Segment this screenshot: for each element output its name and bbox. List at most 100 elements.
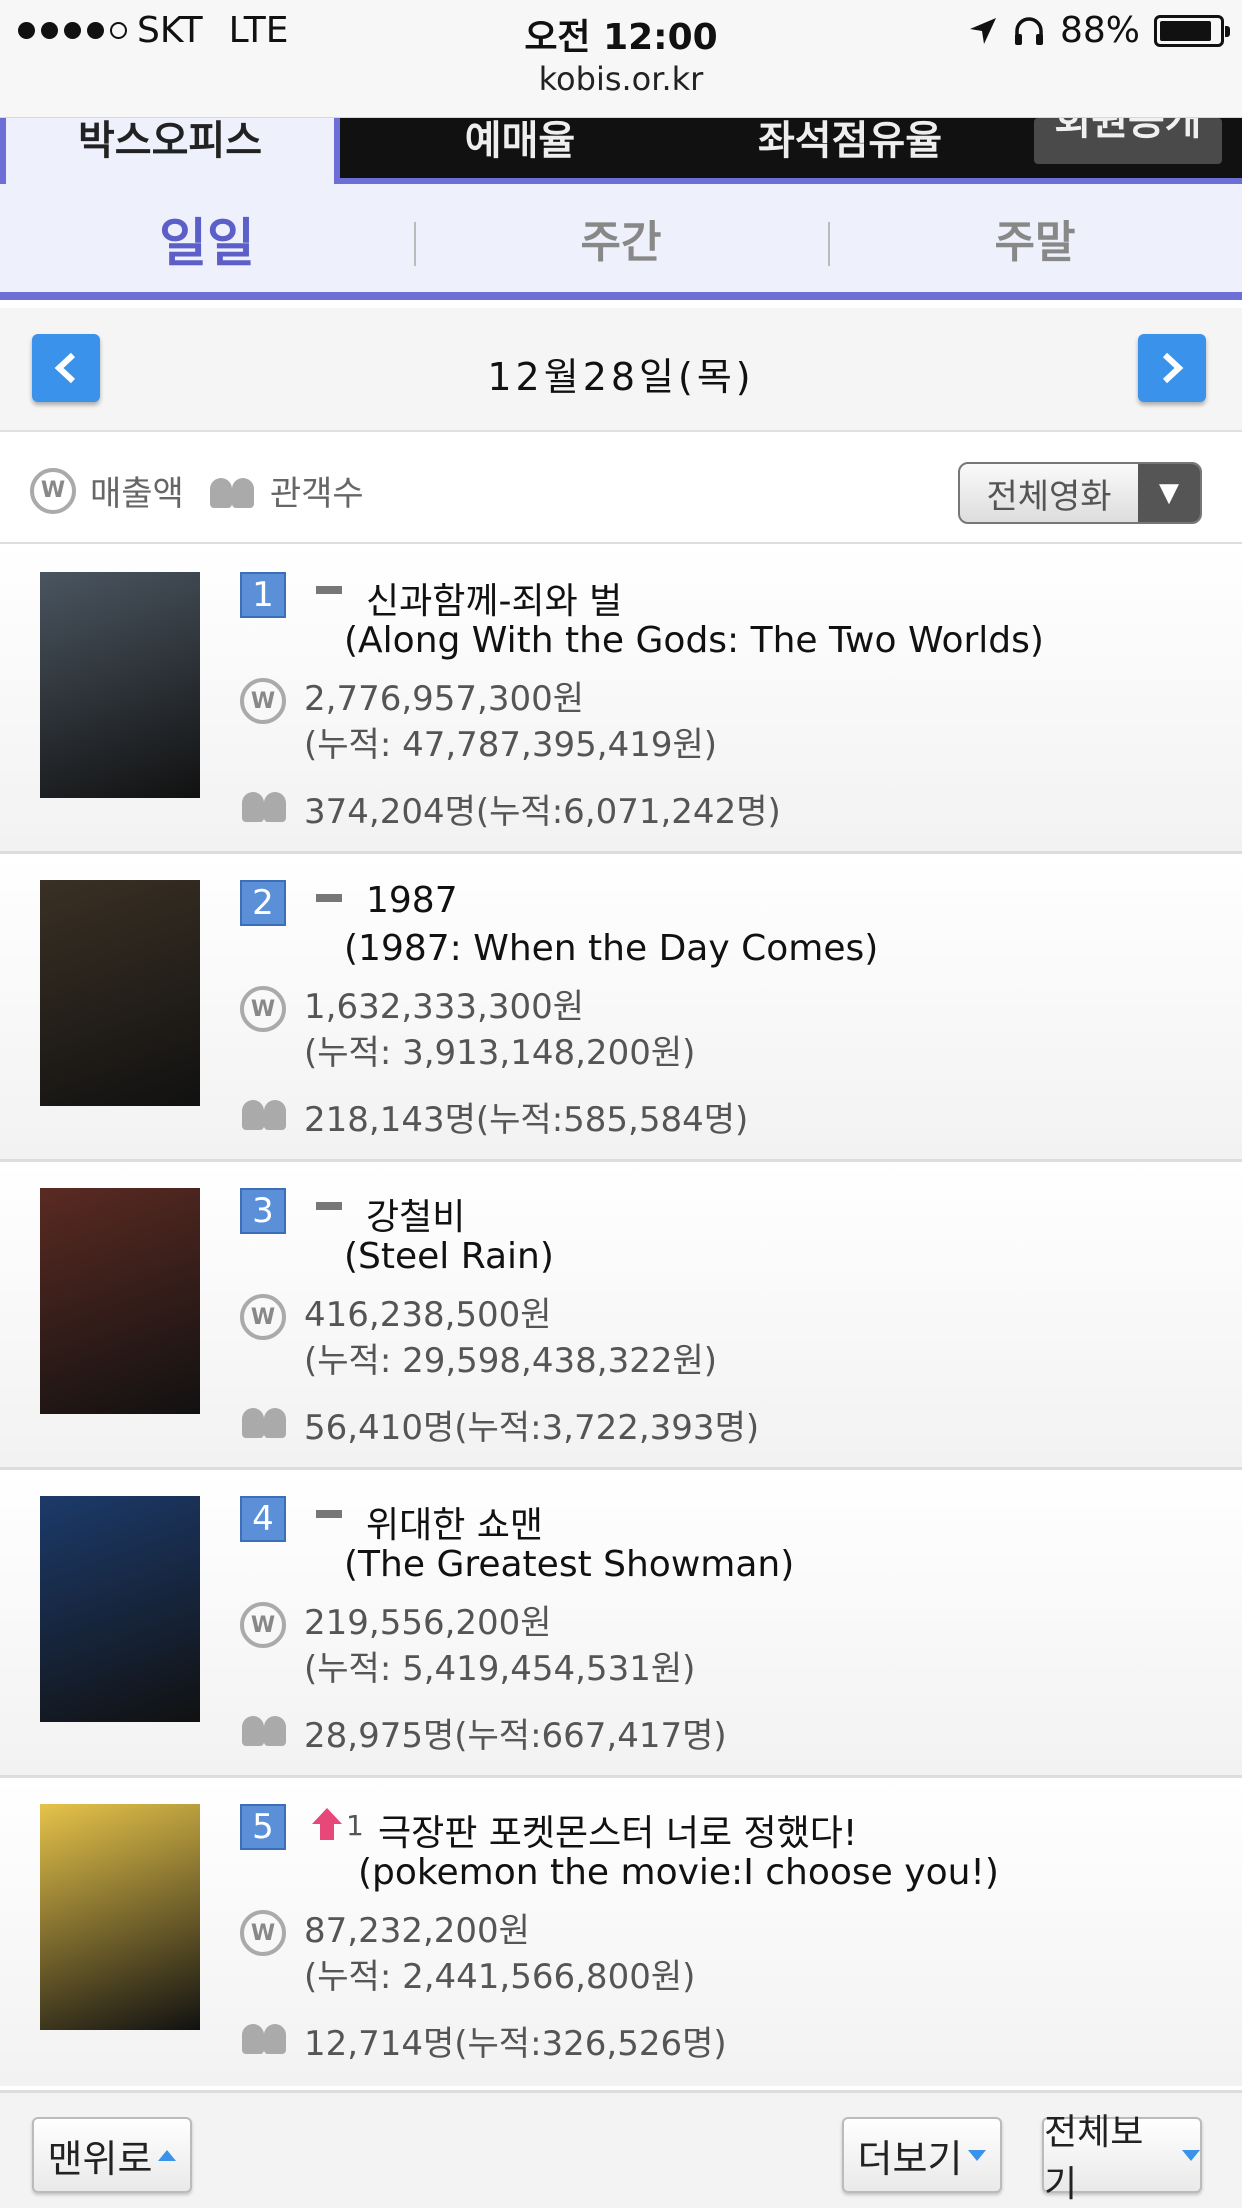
movie-title-ko[interactable]: 신과함께-죄와 벌 bbox=[366, 572, 622, 624]
people-icon bbox=[242, 788, 288, 822]
movie-title-ko[interactable]: 1987 bbox=[366, 880, 458, 921]
current-date: 12월28일(목) bbox=[487, 355, 755, 399]
movie-title-ko[interactable]: 강철비 bbox=[366, 1188, 465, 1240]
sales-block: 1,632,333,300원 (누적: 3,913,148,200원) bbox=[304, 984, 695, 1076]
movie-title-en[interactable]: (The Greatest Showman) bbox=[344, 1544, 794, 1585]
box-office-list: 1 신과함께-죄와 벌 (Along With the Gods: The Tw… bbox=[0, 546, 1242, 2086]
tab-reservation-rate[interactable]: 예매율 bbox=[400, 118, 640, 184]
movie-title-en[interactable]: (1987: When the Day Comes) bbox=[344, 928, 878, 969]
movie-poster[interactable] bbox=[40, 1496, 200, 1722]
chevron-right-icon bbox=[1162, 352, 1184, 384]
movie-title-ko[interactable]: 극장판 포켓몬스터 너로 정했다! bbox=[378, 1804, 857, 1856]
view-all-label: 전체보기 bbox=[1044, 2112, 1144, 2205]
movie-title-ko[interactable]: 위대한 쇼맨 bbox=[366, 1496, 543, 1548]
tab-weekend[interactable]: 주말 bbox=[828, 184, 1242, 292]
total-sales: (누적: 5,419,454,531원) bbox=[304, 1649, 696, 1689]
movie-title-en[interactable]: (Along With the Gods: The Two Worlds) bbox=[344, 620, 1044, 661]
filter-bar: W 매출액 관객수 전체영화 ▼ bbox=[0, 436, 1242, 544]
people-icon bbox=[209, 474, 256, 508]
tab-box-office[interactable]: 박스오피스 bbox=[0, 118, 340, 184]
url-bar[interactable]: kobis.or.kr bbox=[0, 60, 1242, 98]
movie-filter-select[interactable]: 전체영화 ▼ bbox=[958, 462, 1202, 524]
movie-row[interactable]: 2 1987 (1987: When the Day Comes) W 1,63… bbox=[0, 854, 1242, 1162]
won-icon: W bbox=[240, 1910, 286, 1956]
rank-change-value: 1 bbox=[346, 1809, 364, 1842]
headphones-icon bbox=[1014, 16, 1043, 45]
caret-down-icon bbox=[968, 2149, 987, 2161]
total-sales: (누적: 29,598,438,322원) bbox=[304, 1341, 718, 1381]
dropdown-arrow-icon: ▼ bbox=[1138, 464, 1200, 522]
next-date-button[interactable] bbox=[1138, 334, 1206, 402]
battery-percent: 88% bbox=[1059, 10, 1140, 51]
sales-legend-label: 매출액 bbox=[90, 474, 184, 514]
movie-poster[interactable] bbox=[40, 880, 200, 1106]
rank-badge: 1 bbox=[240, 572, 286, 618]
people-icon bbox=[242, 1404, 288, 1438]
rank-badge: 5 bbox=[240, 1804, 286, 1850]
total-sales: (누적: 2,441,566,800원) bbox=[304, 1957, 696, 1997]
location-arrow-icon bbox=[969, 17, 996, 44]
footer-bar: 맨위로 더보기 전체보기 bbox=[0, 2090, 1242, 2208]
sales-block: 2,776,957,300원 (누적: 47,787,395,419원) bbox=[304, 676, 717, 768]
rank-badge: 2 bbox=[240, 880, 286, 926]
audience-count: 28,975명(누적:667,417명) bbox=[304, 1716, 727, 1756]
tab-weekly[interactable]: 주간 bbox=[414, 184, 828, 292]
scroll-top-label: 맨위로 bbox=[47, 2136, 153, 2181]
audience-count: 56,410명(누적:3,722,393명) bbox=[304, 1408, 760, 1448]
rank-badge: 4 bbox=[240, 1496, 286, 1542]
daily-sales: 219,556,200원 bbox=[304, 1603, 552, 1643]
rank-up-arrow-icon bbox=[312, 1808, 342, 1842]
sales-block: 87,232,200원 (누적: 2,441,566,800원) bbox=[304, 1908, 695, 2000]
audience-count: 12,714명(누적:326,526명) bbox=[304, 2024, 727, 2064]
scroll-top-button[interactable]: 맨위로 bbox=[32, 2117, 192, 2193]
movie-poster[interactable] bbox=[40, 1188, 200, 1414]
people-icon bbox=[242, 2020, 288, 2054]
won-icon: W bbox=[30, 467, 76, 514]
rank-unchanged-icon bbox=[316, 894, 342, 902]
movie-title-en[interactable]: (pokemon the movie:I choose you!) bbox=[358, 1852, 999, 1893]
select-value: 전체영화 bbox=[986, 476, 1112, 517]
movie-row[interactable]: 4 위대한 쇼맨 (The Greatest Showman) W 219,55… bbox=[0, 1470, 1242, 1778]
people-icon bbox=[242, 1712, 288, 1746]
tab-seat-occupancy[interactable]: 좌석점유율 bbox=[700, 118, 1000, 184]
rank-badge: 3 bbox=[240, 1188, 286, 1234]
caret-down-icon bbox=[1182, 2149, 1200, 2161]
legend: W 매출액 관객수 bbox=[30, 466, 364, 515]
movie-title-en[interactable]: (Steel Rain) bbox=[344, 1236, 554, 1277]
audience-legend-label: 관객수 bbox=[269, 474, 364, 514]
tab-member-public[interactable]: 회원공개 bbox=[1034, 118, 1222, 164]
won-icon: W bbox=[240, 986, 286, 1032]
rank-change: 1 bbox=[312, 1808, 364, 1842]
rank-unchanged-icon bbox=[316, 1202, 342, 1210]
won-icon: W bbox=[240, 1602, 286, 1648]
movie-poster[interactable] bbox=[40, 572, 200, 798]
caret-up-icon bbox=[158, 2149, 177, 2161]
view-all-button[interactable]: 전체보기 bbox=[1042, 2112, 1202, 2205]
movie-row[interactable]: 1 신과함께-죄와 벌 (Along With the Gods: The Tw… bbox=[0, 546, 1242, 854]
sales-block: 416,238,500원 (누적: 29,598,438,322원) bbox=[304, 1292, 717, 1384]
date-navigator: 12월28일(목) bbox=[0, 308, 1242, 432]
more-label: 더보기 bbox=[857, 2136, 963, 2181]
daily-sales: 416,238,500원 bbox=[304, 1295, 552, 1335]
period-tabs: 일일 주간 주말 bbox=[0, 184, 1242, 300]
audience-count: 218,143명(누적:585,584명) bbox=[304, 1100, 749, 1140]
daily-sales: 2,776,957,300원 bbox=[304, 679, 585, 719]
won-icon: W bbox=[240, 1294, 286, 1340]
rank-unchanged-icon bbox=[316, 586, 342, 594]
won-icon: W bbox=[240, 678, 286, 724]
battery-icon bbox=[1154, 14, 1230, 47]
movie-poster[interactable] bbox=[40, 1804, 200, 2030]
total-sales: (누적: 3,913,148,200원) bbox=[304, 1033, 696, 1073]
rank-unchanged-icon bbox=[316, 1510, 342, 1518]
sales-block: 219,556,200원 (누적: 5,419,454,531원) bbox=[304, 1600, 695, 1692]
top-nav: 박스오피스 예매율 좌석점유율 회원공개 bbox=[0, 118, 1242, 184]
status-bar: SKT LTE 오전 12:00 kobis.or.kr 88% bbox=[0, 0, 1242, 118]
movie-row[interactable]: 5 1 극장판 포켓몬스터 너로 정했다! (pokemon the movie… bbox=[0, 1778, 1242, 2086]
more-button[interactable]: 더보기 bbox=[842, 2117, 1002, 2193]
people-icon bbox=[242, 1096, 288, 1130]
movie-row[interactable]: 3 강철비 (Steel Rain) W 416,238,500원 (누적: 2… bbox=[0, 1162, 1242, 1470]
daily-sales: 87,232,200원 bbox=[304, 1911, 530, 1951]
total-sales: (누적: 47,787,395,419원) bbox=[304, 725, 718, 765]
daily-sales: 1,632,333,300원 bbox=[304, 987, 585, 1027]
tab-daily[interactable]: 일일 bbox=[0, 184, 414, 292]
